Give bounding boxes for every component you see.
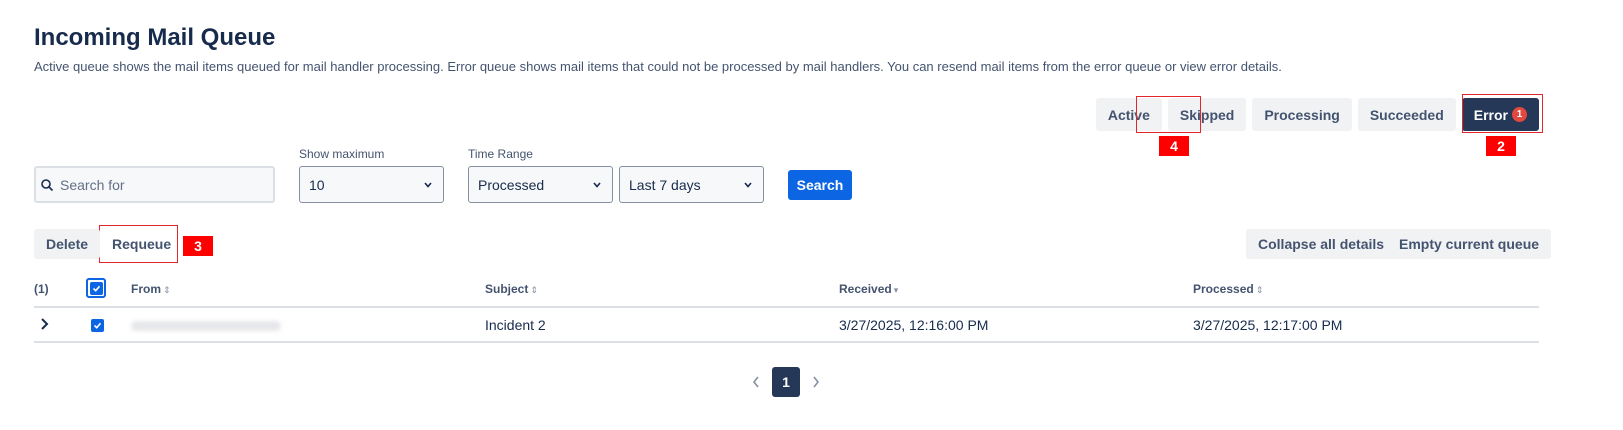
tab-processing[interactable]: Processing	[1252, 98, 1352, 131]
sort-icon: ⇕	[163, 285, 171, 295]
tab-succeeded[interactable]: Succeeded	[1357, 98, 1456, 131]
row-checkbox[interactable]	[91, 319, 104, 332]
column-header-received[interactable]: Received ▾	[839, 282, 898, 296]
search-field[interactable]	[34, 166, 275, 203]
time-range-type-value: Processed	[478, 176, 545, 193]
error-count-badge: 1	[1512, 107, 1527, 122]
annotation-number-active: 4	[1159, 136, 1189, 156]
delete-button[interactable]: Delete	[34, 229, 101, 259]
chevron-right-icon	[813, 376, 820, 388]
collapse-all-details-button[interactable]: Collapse all details	[1246, 229, 1397, 259]
from-redacted	[131, 321, 281, 331]
time-range-label: Time Range	[468, 147, 533, 161]
next-page-button[interactable]	[808, 367, 824, 397]
table-header: (1) From ⇕ Subject ⇕ Received ▾ Processed ⇕	[34, 278, 1539, 308]
queue-tabs: Active Skipped Processing Succeeded Erro…	[1095, 98, 1539, 131]
chevron-left-icon	[752, 376, 759, 388]
sort-descending-icon: ▾	[893, 285, 899, 295]
column-header-from[interactable]: From ⇕	[131, 282, 171, 296]
sort-icon: ⇕	[530, 285, 538, 295]
column-received-label: Received	[839, 282, 892, 296]
table-row[interactable]: Incident 2 3/27/2025, 12:16:00 PM 3/27/2…	[34, 308, 1539, 343]
column-header-processed[interactable]: Processed ⇕	[1193, 282, 1263, 296]
processed-cell: 3/27/2025, 12:17:00 PM	[1193, 317, 1343, 333]
chevron-down-icon	[424, 181, 432, 188]
column-from-label: From	[131, 282, 161, 296]
search-input[interactable]	[60, 176, 260, 193]
requeue-button[interactable]: Requeue	[100, 229, 183, 259]
time-range-type-select[interactable]: Processed	[468, 166, 613, 203]
check-icon	[93, 322, 102, 329]
tab-processing-label: Processing	[1264, 106, 1340, 123]
annotation-number-requeue: 3	[183, 236, 213, 256]
sort-icon: ⇕	[1255, 285, 1264, 295]
column-subject-label: Subject	[485, 282, 529, 296]
tab-error[interactable]: Error 1	[1461, 98, 1539, 131]
annotation-number-error: 2	[1486, 136, 1516, 156]
tab-succeeded-label: Succeeded	[1369, 106, 1444, 123]
column-header-subject[interactable]: Subject ⇕	[485, 282, 538, 296]
page-button-current[interactable]: 1	[772, 367, 800, 397]
show-maximum-value: 10	[309, 176, 325, 193]
pagination: 1	[748, 367, 824, 397]
column-processed-label: Processed	[1193, 282, 1254, 296]
chevron-down-icon	[593, 181, 601, 188]
page-description: Active queue shows the mail items queued…	[34, 59, 1282, 74]
check-icon	[92, 285, 100, 292]
search-icon	[41, 178, 54, 191]
tab-skipped-label: Skipped	[1179, 106, 1235, 123]
time-range-period-select[interactable]: Last 7 days	[619, 166, 764, 203]
tab-active[interactable]: Active	[1095, 98, 1162, 131]
subject-cell: Incident 2	[485, 317, 546, 333]
empty-current-queue-button[interactable]: Empty current queue	[1387, 229, 1552, 259]
tab-active-label: Active	[1107, 106, 1150, 123]
checkbox-checked	[89, 281, 103, 295]
tab-error-label: Error	[1473, 106, 1508, 123]
page-title: Incoming Mail Queue	[34, 24, 276, 51]
received-cell: 3/27/2025, 12:16:00 PM	[839, 317, 989, 333]
chevron-down-icon	[744, 181, 752, 188]
row-count: (1)	[34, 282, 49, 296]
select-all-checkbox[interactable]	[86, 278, 106, 298]
tab-skipped[interactable]: Skipped	[1167, 98, 1247, 131]
search-button[interactable]: Search	[788, 170, 852, 200]
show-maximum-select[interactable]: 10	[299, 166, 444, 203]
expand-chevron-icon[interactable]	[40, 317, 50, 331]
time-range-period-value: Last 7 days	[629, 176, 701, 193]
previous-page-button[interactable]	[748, 367, 764, 397]
show-maximum-label: Show maximum	[299, 147, 385, 161]
